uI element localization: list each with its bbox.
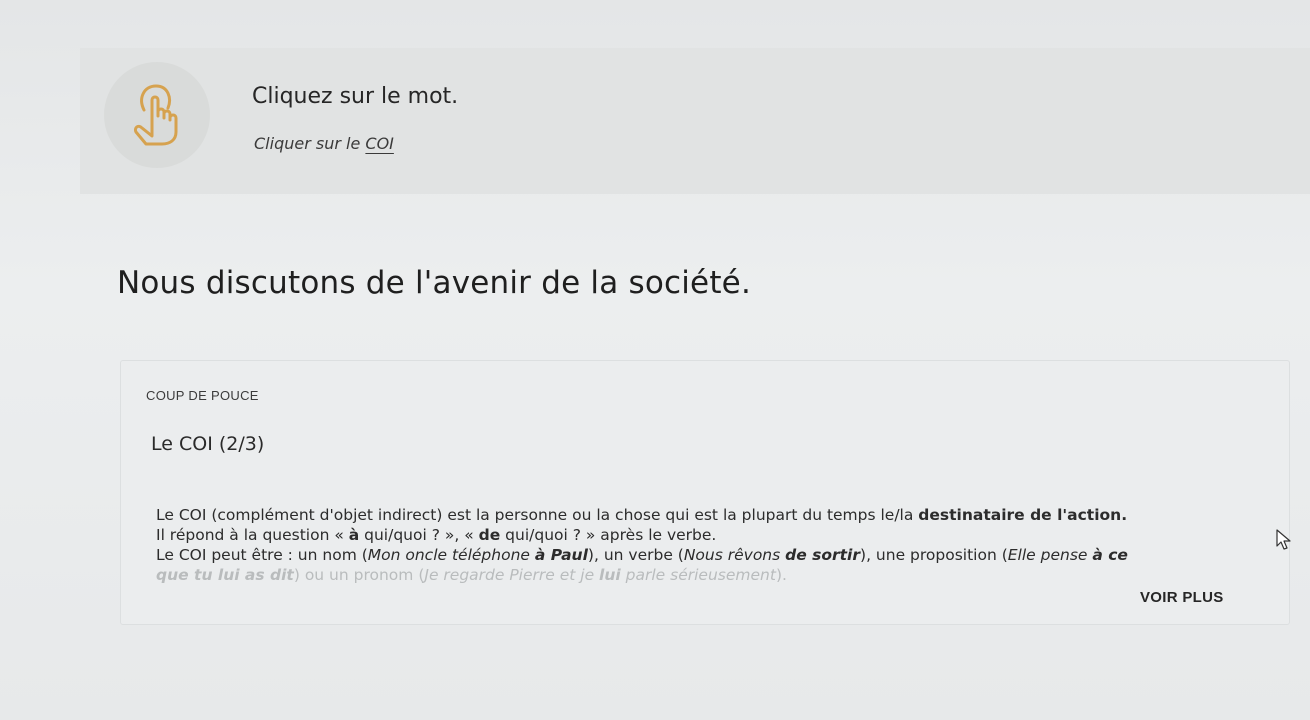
hint-line: Le COI peut être : un nom (Mon oncle tél…: [156, 546, 1128, 564]
hint-body: Le COI (complément d'objet indirect) est…: [156, 505, 1266, 585]
word-option[interactable]: l'avenir: [415, 265, 531, 301]
word-option[interactable]: de: [366, 265, 405, 301]
instruction-target-term: COI: [365, 134, 394, 153]
hand-pointer-icon: [134, 84, 178, 146]
instruction-title: Cliquez sur le mot.: [252, 84, 459, 109]
hint-line-faded: que tu lui as dit) ou un pronom (Je rega…: [156, 566, 787, 584]
hint-line: Le COI (complément d'objet indirect) est…: [156, 506, 1128, 524]
word-option[interactable]: de: [541, 265, 580, 301]
hint-line: Il répond à la question « à qui/quoi ? »…: [156, 526, 717, 544]
exercise-screen: Cliquez sur le mot. Cliquer sur le COI N…: [0, 0, 1310, 720]
exercise-sentence: Nous discutons de l'avenir de la société…: [117, 265, 751, 301]
instruction-subtitle: Cliquer sur le COI: [254, 134, 394, 153]
word-option[interactable]: discutons: [206, 265, 356, 301]
word-option[interactable]: société.: [628, 265, 751, 301]
word-option[interactable]: Nous: [117, 265, 196, 301]
mouse-cursor-icon: [1276, 529, 1291, 550]
word-option[interactable]: la: [590, 265, 618, 301]
instruction-panel: [80, 48, 1310, 194]
instruction-icon-badge: [104, 62, 210, 168]
instruction-subtitle-prefix: Cliquer sur le: [254, 134, 361, 153]
hint-label: COUP DE POUCE: [146, 388, 259, 403]
hint-card: [120, 360, 1290, 625]
see-more-button[interactable]: VOIR PLUS: [1140, 589, 1224, 606]
hint-title: Le COI (2/3): [151, 433, 265, 455]
